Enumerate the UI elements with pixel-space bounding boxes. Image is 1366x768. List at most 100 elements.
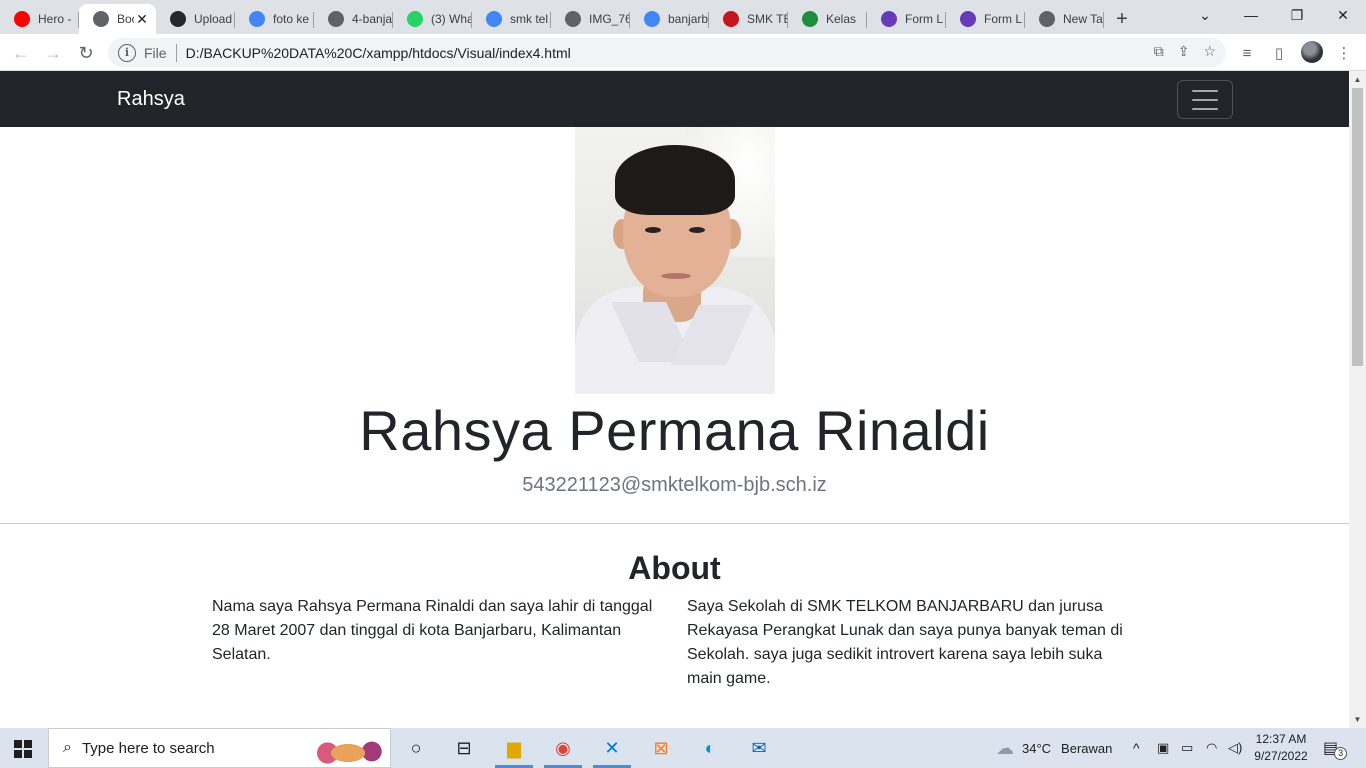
battery-icon[interactable]: ▭ — [1181, 728, 1193, 768]
browser-tab[interactable]: Form L — [867, 4, 946, 34]
browser-tab[interactable]: foto ke — [235, 4, 314, 34]
photo-mouth — [661, 273, 691, 279]
system-clock[interactable]: 12:37 AM 9/27/2022 — [1252, 731, 1310, 765]
show-hidden-icons-icon[interactable]: ^ — [1133, 728, 1140, 768]
vscode-icon[interactable]: ✕ — [597, 734, 627, 762]
info-icon[interactable]: i — [118, 43, 136, 62]
search-icon: ⌕ — [63, 739, 72, 756]
taskbar-search-box[interactable]: ⌕ Type here to search — [48, 728, 391, 768]
search-highlight-pancake-icon — [314, 735, 382, 765]
clock-time: 12:37 AM — [1255, 732, 1307, 746]
clock-date: 9/27/2022 — [1254, 749, 1308, 763]
windows-start-icon[interactable] — [14, 740, 32, 758]
cloud-icon: ☁ — [996, 737, 1014, 758]
tab-title: banjarb — [668, 12, 709, 26]
about-text-right: Saya Sekolah di SMK TELKOM BANJARBARU da… — [687, 598, 1123, 687]
mail-icon[interactable]: ✉ — [744, 734, 774, 762]
tab-list: Hero - Boo✕ Upload foto ke 4-banja (3) Wha smk… — [0, 0, 1104, 34]
tab-title: Hero - — [38, 12, 72, 26]
volume-icon[interactable]: ◁) — [1228, 728, 1242, 768]
tab-title: foto ke — [273, 12, 310, 26]
browser-tab[interactable]: smk tel — [472, 4, 551, 34]
weather-widget[interactable]: ☁ 34°C Berawan — [996, 728, 1112, 768]
xampp-icon[interactable]: ⊠ — [646, 734, 676, 762]
close-tab-icon[interactable]: ✕ — [134, 11, 150, 28]
whatsapp-icon — [407, 11, 423, 27]
search-placeholder: Type here to search — [81, 739, 215, 757]
tab-strip: Hero - Boo✕ Upload foto ke 4-banja (3) Whasmk… — [0, 0, 1366, 34]
scheme-label: File — [144, 44, 167, 61]
bookmark-star-icon[interactable]: ☆ — [1203, 43, 1216, 60]
about-text-left: Nama saya Rahsya Permana Rinaldi dan say… — [212, 598, 653, 663]
new-tab-button[interactable]: + — [1104, 4, 1140, 34]
tab-title: 4-banja — [352, 12, 393, 26]
browser-tab[interactable]: IMG_76 — [551, 4, 630, 34]
address-bar[interactable]: i File D:/BACKUP%20DATA%20C/xampp/htdocs… — [108, 38, 1226, 67]
reading-list-icon[interactable]: ≡ — [1236, 42, 1258, 64]
task-view-icon[interactable]: ⊟ — [449, 734, 479, 762]
google-icon — [249, 11, 265, 27]
page-viewport: Rahsya Rahsya Permana Rinaldi 543221123@… — [0, 71, 1349, 728]
tab-title: (3) Wha — [431, 12, 472, 26]
file-explorer-icon[interactable]: ▆ — [499, 734, 529, 762]
translate-icon[interactable]: ⧉ — [1154, 43, 1164, 60]
chrome-icon[interactable]: ◉ — [548, 734, 578, 762]
cortana-icon[interactable]: ○ — [401, 734, 431, 762]
browser-tab[interactable]: Upload — [156, 4, 235, 34]
back-icon[interactable]: ← — [8, 40, 34, 66]
edge-icon[interactable]: ◐ — [695, 734, 725, 762]
navbar-brand[interactable]: Rahsya — [117, 88, 185, 111]
browser-tab[interactable]: Form L — [946, 4, 1025, 34]
youtube-icon — [14, 11, 30, 27]
tab-title: Form L — [984, 12, 1023, 26]
hamburger-line — [1192, 98, 1218, 101]
tab-title: Upload — [194, 12, 233, 26]
profile-avatar[interactable] — [1301, 41, 1323, 63]
classroom-icon — [802, 11, 818, 27]
share-icon[interactable]: ⇪ — [1178, 43, 1190, 60]
close-window-button[interactable]: ✕ — [1320, 0, 1366, 30]
scroll-up-arrow-icon[interactable]: ▲ — [1352, 73, 1363, 85]
reload-icon[interactable]: ↻ — [73, 40, 99, 66]
profile-name-heading: Rahsya Permana Rinaldi — [359, 399, 990, 462]
browser-tab[interactable]: (3) Wha — [393, 4, 472, 34]
tab-title: SMK TE — [747, 12, 788, 26]
hamburger-line — [1192, 89, 1218, 92]
browser-tab[interactable]: Kelas — [788, 4, 867, 34]
about-heading: About — [628, 550, 721, 586]
forward-icon[interactable]: → — [40, 40, 66, 66]
browser-tab[interactable]: 4-banja — [314, 4, 393, 34]
browser-tab[interactable]: banjarb — [630, 4, 709, 34]
wifi-icon[interactable]: ◠ — [1206, 728, 1217, 768]
meet-now-icon[interactable]: ▣ — [1157, 728, 1169, 768]
weather-text: Berawan — [1061, 740, 1113, 756]
smk-telkom-icon — [723, 11, 739, 27]
profile-photo — [575, 127, 775, 394]
scroll-down-arrow-icon[interactable]: ▼ — [1352, 713, 1363, 725]
scrollbar-thumb[interactable] — [1352, 88, 1363, 366]
address-separator — [175, 43, 177, 62]
menu-kebab-icon[interactable]: ⋮ — [1333, 42, 1355, 64]
hamburger-line — [1192, 107, 1218, 110]
tab-title: Kelas — [826, 12, 857, 26]
globe-icon — [93, 11, 109, 27]
section-divider — [0, 523, 1349, 524]
tab-search-icon[interactable]: ⌄ — [1182, 0, 1228, 30]
navbar-toggler-button[interactable] — [1177, 80, 1233, 119]
notification-count-badge: 3 — [1334, 746, 1348, 760]
profile-email: 543221123@smktelkom-bjb.sch.iz — [522, 474, 827, 496]
minimize-button[interactable]: — — [1228, 0, 1274, 30]
browser-tab[interactable]: New Ta — [1025, 4, 1104, 34]
page-scrollbar[interactable]: ▲ ▼ — [1349, 71, 1366, 728]
browser-tab[interactable]: SMK TE — [709, 4, 788, 34]
restore-button[interactable]: ❐ — [1274, 0, 1320, 30]
google-icon — [644, 11, 660, 27]
browser-toolbar: ← → ↻ i File D:/BACKUP%20DATA%20C/xampp/… — [0, 34, 1366, 71]
browser-tab[interactable]: Boo✕ — [79, 4, 156, 34]
url-text[interactable]: D:/BACKUP%20DATA%20C/xampp/htdocs/Visual… — [186, 45, 571, 61]
browser-tab[interactable]: Hero - — [0, 4, 79, 34]
google-icon — [486, 11, 502, 27]
side-panel-icon[interactable]: ▯ — [1268, 42, 1290, 64]
notification-center-icon[interactable]: ▤ 3 — [1323, 728, 1348, 768]
site-navbar: Rahsya — [0, 71, 1349, 127]
